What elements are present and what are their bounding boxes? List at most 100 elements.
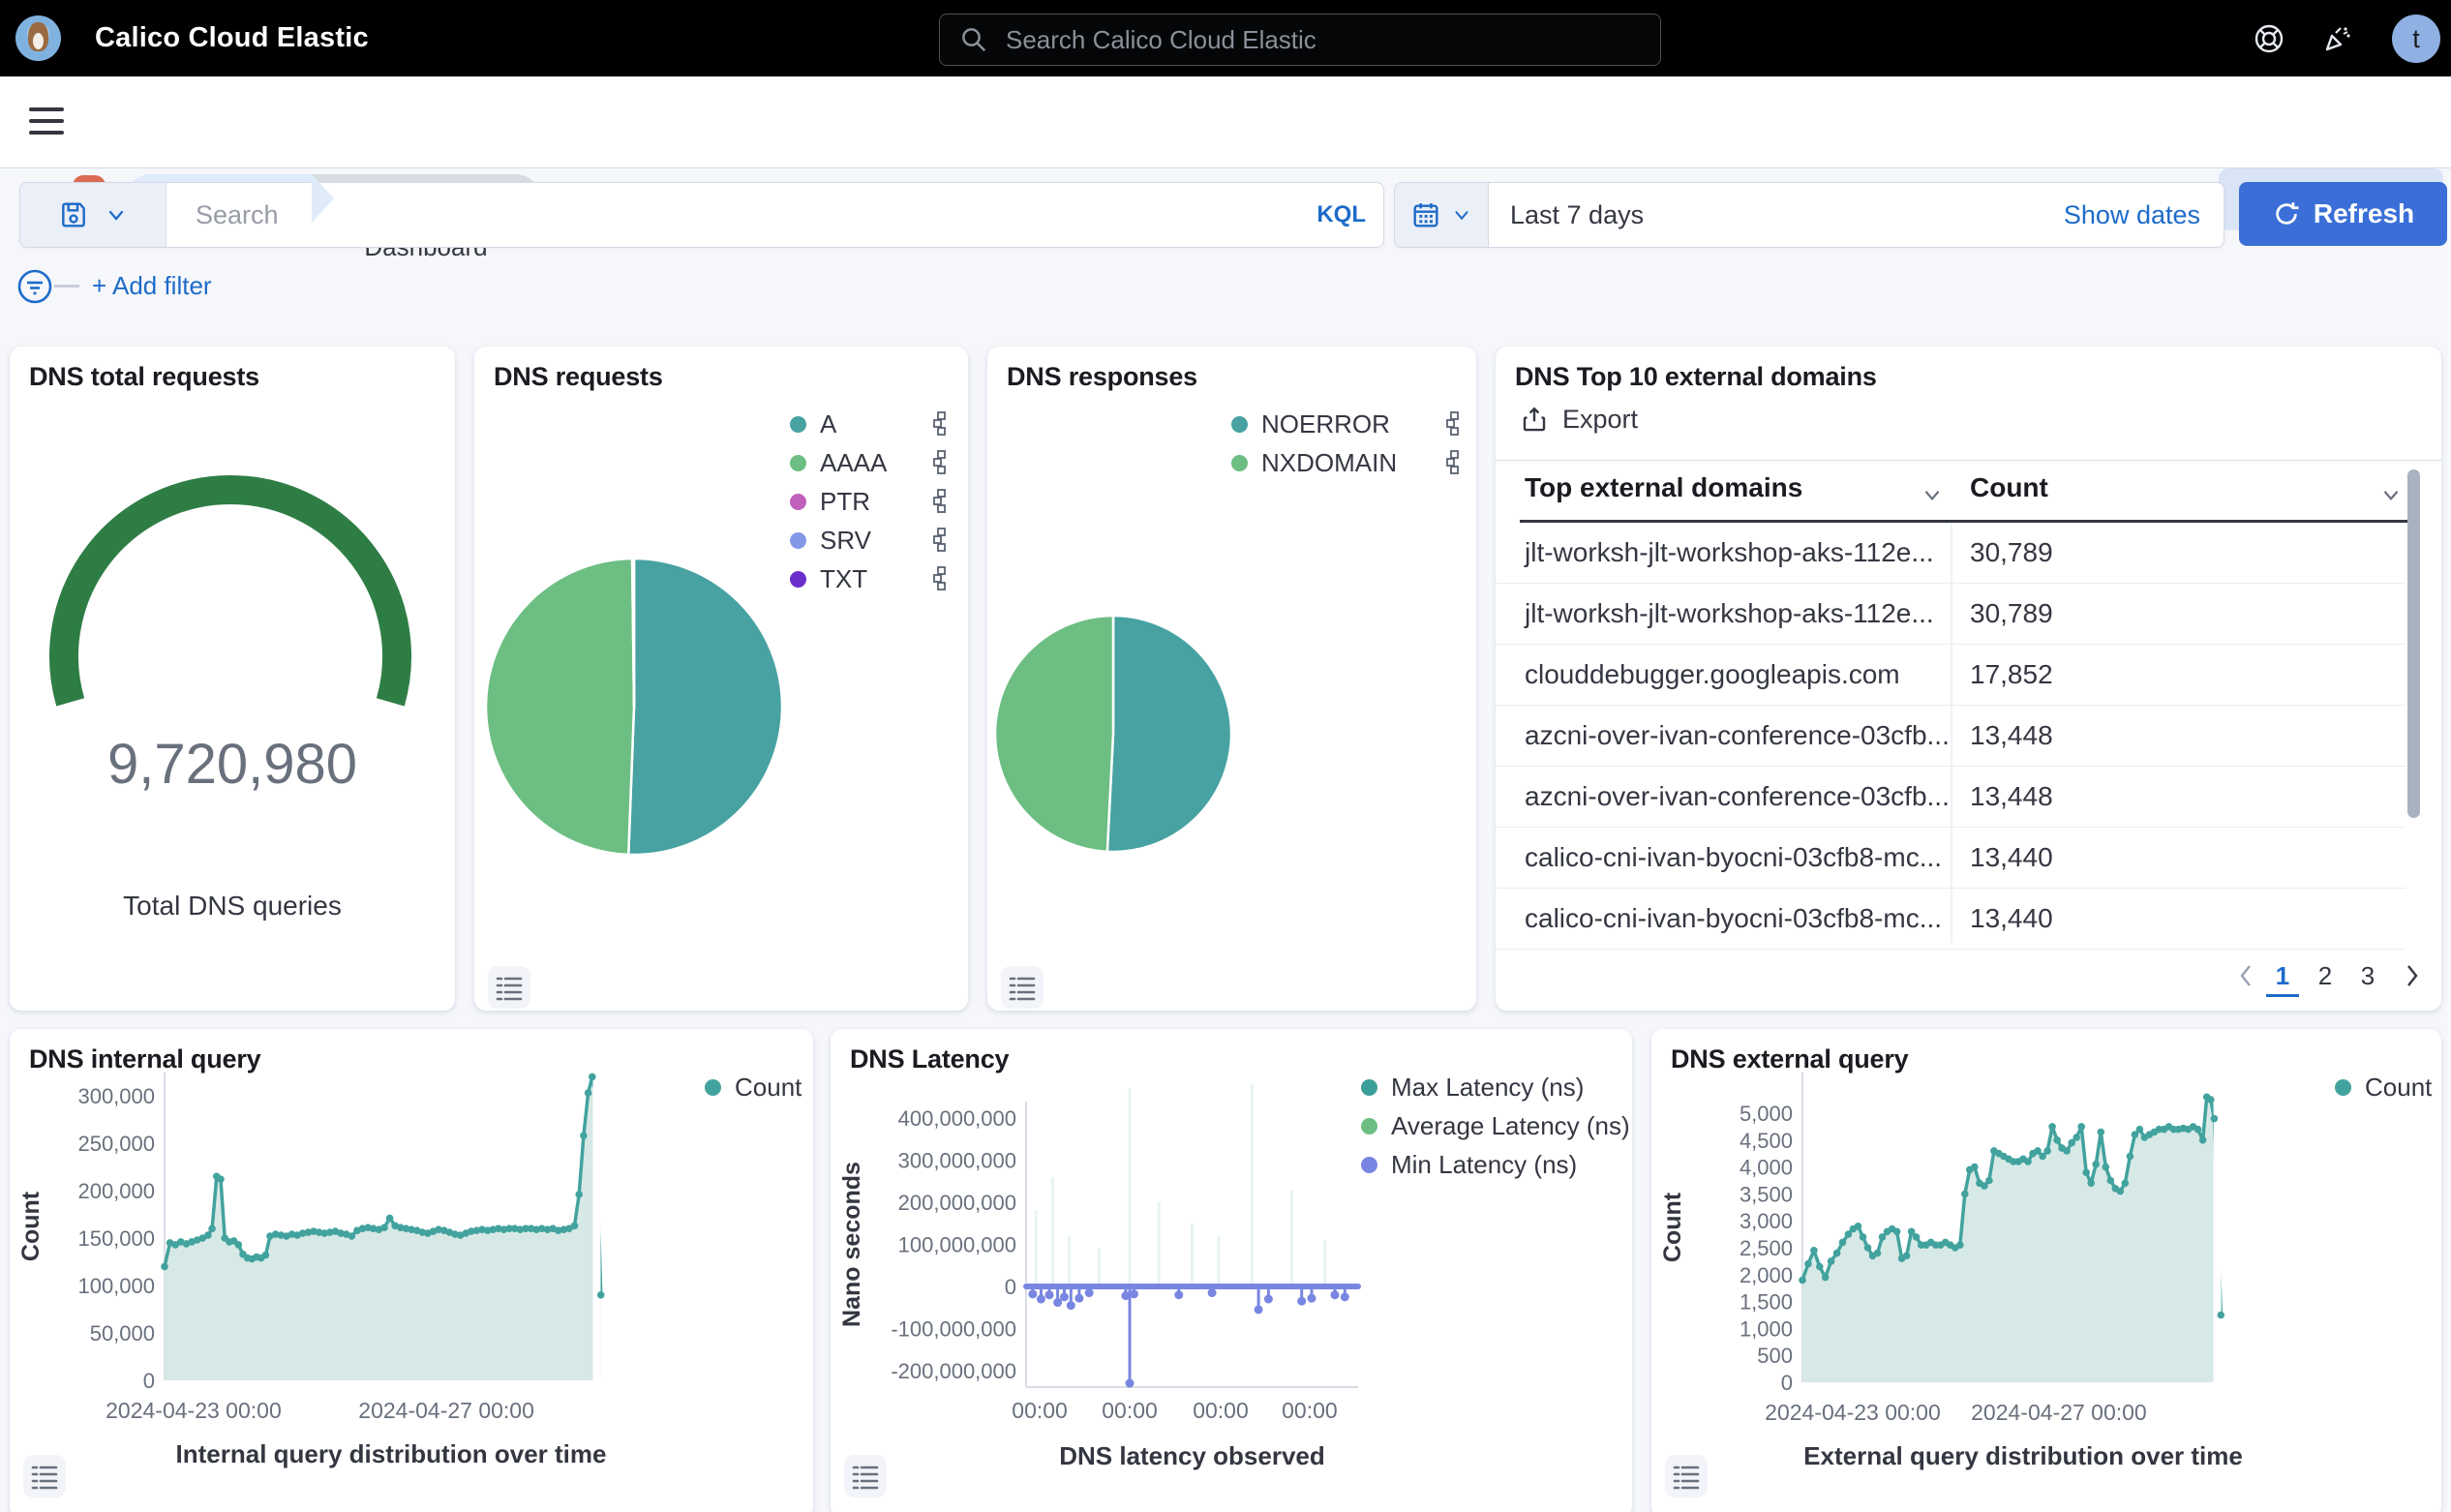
prev-page-icon[interactable]	[2229, 954, 2262, 997]
legend-item-noerror[interactable]: NOERROR	[1231, 405, 1462, 443]
svg-text:300,000,000: 300,000,000	[898, 1149, 1016, 1173]
date-quick-menu[interactable]	[1395, 183, 1489, 247]
svg-text:4,000: 4,000	[1740, 1156, 1793, 1180]
save-icon	[58, 199, 89, 230]
svg-text:5,000: 5,000	[1740, 1102, 1793, 1126]
legend-item-max-latency-ns-[interactable]: Max Latency (ns)	[1361, 1068, 1622, 1106]
time-range-value[interactable]: Last 7 days	[1489, 200, 2064, 230]
legend-label: TXT	[820, 564, 867, 594]
legend-item-average-latency-ns-[interactable]: Average Latency (ns)	[1361, 1106, 1622, 1145]
svg-text:-200,000,000: -200,000,000	[891, 1359, 1016, 1383]
legend-dot-icon	[790, 571, 806, 588]
legend-actions-icon[interactable]	[933, 450, 949, 475]
legend-item-srv[interactable]: SRV	[790, 521, 949, 559]
show-dates-button[interactable]: Show dates	[2064, 200, 2224, 230]
panel-list-icon[interactable]	[23, 1455, 66, 1497]
legend-actions-icon[interactable]	[933, 566, 949, 591]
legend-item-nxdomain[interactable]: NXDOMAIN	[1231, 443, 1462, 482]
page-1[interactable]: 1	[2266, 954, 2299, 997]
legend-label: Count	[735, 1073, 802, 1103]
svg-text:100,000,000: 100,000,000	[898, 1233, 1016, 1257]
cell-domain: azcni-over-ivan-conference-03cfb...	[1525, 706, 1950, 766]
table-row: azcni-over-ivan-conference-03cfb...13,44…	[1496, 767, 2406, 828]
svg-text:2,000: 2,000	[1740, 1263, 1793, 1287]
legend-actions-icon[interactable]	[933, 411, 949, 437]
svg-text:Nano seconds: Nano seconds	[838, 1162, 865, 1327]
pagination: 123	[1496, 954, 2441, 997]
table-row: clouddebugger.googleapis.com17,852	[1496, 645, 2406, 706]
chevron-down-icon[interactable]	[2378, 482, 2404, 507]
legend-dot-icon	[705, 1079, 721, 1096]
svg-text:Count: Count	[1659, 1192, 1686, 1262]
panel-title: DNS total requests	[29, 362, 259, 392]
global-search-input[interactable]	[1004, 24, 1660, 56]
domains-table: jlt-worksh-jlt-workshop-aks-112e...30,78…	[1496, 523, 2406, 950]
svg-text:200,000: 200,000	[77, 1179, 155, 1203]
legend-actions-icon[interactable]	[933, 528, 949, 553]
filter-icon[interactable]	[14, 265, 56, 308]
column-header-domains[interactable]: Top external domains	[1525, 472, 1802, 503]
panel-list-icon[interactable]	[488, 966, 530, 1009]
query-bar: KQL	[19, 182, 1384, 248]
page-3[interactable]: 3	[2351, 954, 2384, 997]
saved-query-menu[interactable]	[20, 183, 166, 247]
legend-item-ptr[interactable]: PTR	[790, 482, 949, 521]
panel-list-icon[interactable]	[1665, 1455, 1708, 1497]
table-scrollbar[interactable]	[2407, 469, 2420, 818]
svg-text:50,000: 50,000	[90, 1321, 155, 1346]
column-header-count[interactable]: Count	[1970, 472, 2048, 503]
news-icon[interactable]	[2319, 20, 2356, 57]
legend-item-min-latency-ns-[interactable]: Min Latency (ns)	[1361, 1145, 1622, 1184]
svg-text:300,000: 300,000	[77, 1084, 155, 1108]
legend-dot-icon	[1361, 1118, 1377, 1134]
export-button[interactable]: Export	[1520, 405, 1638, 435]
refresh-button[interactable]: Refresh	[2239, 182, 2447, 246]
add-filter-button[interactable]: + Add filter	[92, 271, 212, 301]
legend-dot-icon	[790, 416, 806, 433]
svg-text:3,000: 3,000	[1740, 1209, 1793, 1233]
legend-item-count[interactable]: Count	[705, 1068, 811, 1106]
legend-item-txt[interactable]: TXT	[790, 559, 949, 598]
area-chart: 050,000100,000150,000200,000250,000300,0…	[10, 1029, 813, 1512]
svg-text:500: 500	[1757, 1344, 1793, 1368]
svg-text:400,000,000: 400,000,000	[898, 1106, 1016, 1131]
table-row: calico-cni-ivan-byocni-03cfb8-mc...13,44…	[1496, 889, 2406, 950]
svg-text:0: 0	[1781, 1371, 1793, 1395]
chevron-down-icon	[105, 203, 128, 227]
cell-domain: calico-cni-ivan-byocni-03cfb8-mc...	[1525, 889, 1942, 949]
legend-actions-icon[interactable]	[933, 489, 949, 514]
app-header: Calico Cloud Elastic t	[0, 0, 2451, 76]
svg-text:Internal query distribution ov: Internal query distribution over time	[176, 1439, 607, 1468]
svg-text:00:00: 00:00	[1102, 1398, 1158, 1423]
legend-label: PTR	[820, 487, 870, 517]
legend-item-a[interactable]: A	[790, 405, 949, 443]
next-page-icon[interactable]	[2396, 954, 2429, 997]
legend-dot-icon	[1361, 1157, 1377, 1173]
chevron-down-icon[interactable]	[1920, 482, 1945, 507]
cell-domain: calico-cni-ivan-byocni-03cfb8-mc...	[1525, 828, 1942, 888]
kql-search-input[interactable]	[166, 199, 1316, 231]
legend-dot-icon	[1231, 416, 1248, 433]
legend-actions-icon[interactable]	[1446, 450, 1462, 475]
help-icon[interactable]	[2251, 20, 2287, 57]
kql-language-button[interactable]: KQL	[1316, 201, 1383, 228]
menu-icon[interactable]	[29, 107, 64, 136]
panel-list-icon[interactable]	[1001, 966, 1044, 1009]
svg-text:200,000,000: 200,000,000	[898, 1191, 1016, 1215]
legend-dot-icon	[1361, 1079, 1377, 1096]
legend-actions-icon[interactable]	[1446, 411, 1462, 437]
legend-item-aaaa[interactable]: AAAA	[790, 443, 949, 482]
svg-text:3,500: 3,500	[1740, 1182, 1793, 1206]
page-2[interactable]: 2	[2309, 954, 2342, 997]
dashboard-page: Calico Cloud Elastic t c Dashboard DNS D…	[0, 0, 2451, 1512]
svg-text:2024-04-27 00:00: 2024-04-27 00:00	[358, 1398, 534, 1423]
chevron-down-icon	[1451, 204, 1472, 226]
legend-item-count[interactable]: Count	[2335, 1068, 2441, 1106]
panel-list-icon[interactable]	[844, 1455, 887, 1497]
user-avatar[interactable]: t	[2392, 15, 2440, 63]
cell-count: 13,448	[1970, 767, 2053, 827]
svg-text:0: 0	[143, 1369, 155, 1393]
calico-logo-icon[interactable]	[15, 15, 61, 61]
global-search-box[interactable]	[939, 14, 1661, 66]
svg-text:4,500: 4,500	[1740, 1129, 1793, 1153]
